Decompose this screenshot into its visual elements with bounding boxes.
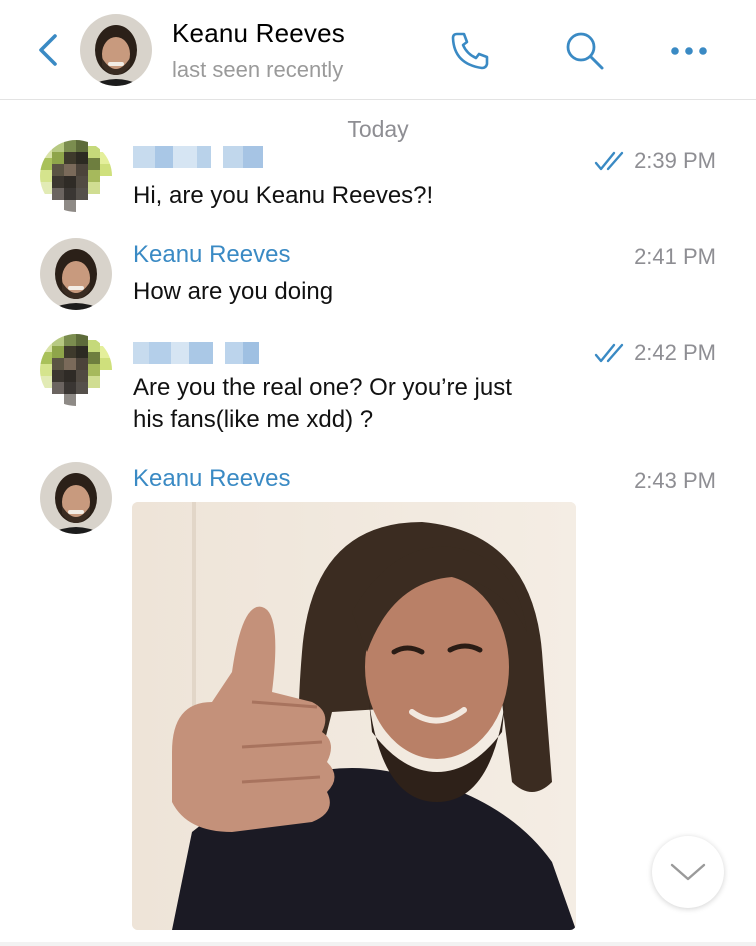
double-check-icon xyxy=(594,343,624,363)
message-text: Hi, are you Keanu Reeves?! xyxy=(133,182,434,209)
phone-icon xyxy=(451,32,489,70)
search-button[interactable] xyxy=(560,26,610,76)
double-check-icon xyxy=(594,151,624,171)
sender-avatar-blurred[interactable] xyxy=(40,334,112,406)
chevron-down-icon xyxy=(670,863,706,881)
message-text: Are you the real one? Or you’re just his… xyxy=(133,372,512,436)
sender-avatar-blurred[interactable] xyxy=(40,140,112,212)
chat-header: Keanu Reeves last seen recently xyxy=(0,0,756,100)
sender-name-blurred xyxy=(133,342,259,364)
message-time: 2:41 PM xyxy=(634,244,716,269)
message-text: How are you doing xyxy=(133,278,334,305)
sender-name[interactable]: Keanu Reeves xyxy=(133,241,290,269)
chevron-left-icon xyxy=(39,34,57,66)
contact-avatar[interactable] xyxy=(80,14,152,86)
bottom-divider xyxy=(0,942,756,946)
photo-attachment[interactable] xyxy=(132,502,576,930)
message-time: 2:39 PM xyxy=(594,148,716,174)
back-button[interactable] xyxy=(30,28,66,72)
message-time: 2:43 PM xyxy=(634,468,716,493)
message-text-line: Are you the real one? Or you’re just xyxy=(133,374,512,401)
call-button[interactable] xyxy=(446,26,496,76)
scroll-down-button[interactable] xyxy=(652,836,724,908)
contact-name[interactable]: Keanu Reeves xyxy=(172,18,345,49)
sender-avatar[interactable] xyxy=(40,462,112,534)
more-button[interactable] xyxy=(664,26,714,76)
sender-name-blurred xyxy=(133,146,263,168)
message-text-line: his fans(like me xdd) ? xyxy=(133,406,374,433)
more-dots-icon xyxy=(671,47,707,55)
contact-status: last seen recently xyxy=(172,57,344,82)
sender-avatar[interactable] xyxy=(40,238,112,310)
sender-name[interactable]: Keanu Reeves xyxy=(133,465,290,493)
search-icon xyxy=(566,32,604,70)
date-separator: Today xyxy=(347,116,409,142)
message-time: 2:42 PM xyxy=(594,340,716,366)
